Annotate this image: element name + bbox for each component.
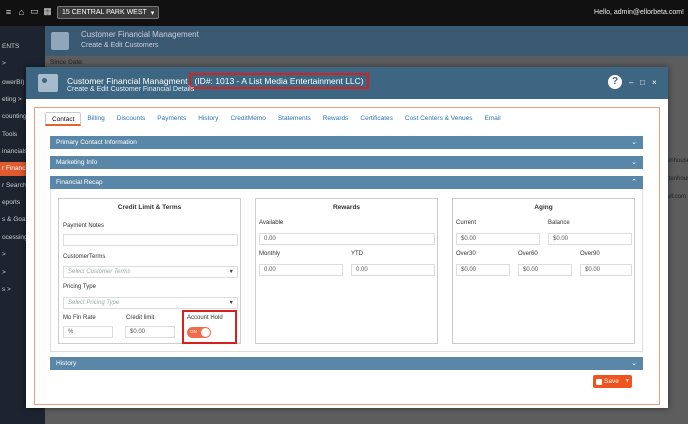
primary-contact-panel[interactable]: Primary Contact Information ⌄ <box>50 136 643 149</box>
chevron-up-icon: ⌃ <box>631 179 637 186</box>
marketing-info-panel[interactable]: Marketing Info ⌄ <box>50 156 643 169</box>
tab-cost-centers[interactable]: Cost Centers & Venues <box>399 112 479 126</box>
customer-terms-placeholder: Select Customer Terms <box>68 269 131 275</box>
modal-header: Customer Financial Managment (ID#: 1013 … <box>26 67 668 99</box>
location-label: 15 CENTRAL PARK WEST <box>62 9 147 16</box>
save-button[interactable]: Save ▼ <box>593 375 632 388</box>
panel-title: History <box>56 360 77 367</box>
available-label: Available <box>259 220 284 226</box>
aging-box-title: Aging <box>534 204 553 211</box>
chevron-down-icon: ⌄ <box>631 139 637 146</box>
rewards-box: Rewards Available 0.00 Monthly 0.00 YTD … <box>255 198 438 344</box>
credit-limit-box: Credit Limit & Terms Payment Notes Custo… <box>58 198 241 344</box>
chevron-down-icon: ⌄ <box>631 159 637 166</box>
account-hold-highlight <box>182 310 237 344</box>
location-select[interactable]: 15 CENTRAL PARK WEST ▾ <box>57 6 160 19</box>
maximize-button[interactable]: □ <box>640 78 645 87</box>
over30-label: Over30 <box>456 251 476 257</box>
truck-icon[interactable]: ▭ <box>30 6 39 16</box>
mo-fin-rate-field[interactable]: % <box>63 326 113 338</box>
background-cell: enhouse <box>667 158 688 164</box>
over30-field[interactable]: $0.00 <box>456 264 510 276</box>
tab-history[interactable]: History <box>192 112 224 126</box>
pricing-type-placeholder: Select Pricing Type <box>68 300 120 306</box>
pricing-type-select[interactable]: Select Pricing Type ▼ <box>63 297 238 309</box>
caret-down-icon: ▼ <box>228 300 234 306</box>
tab-certificates[interactable]: Certificates <box>354 112 399 126</box>
available-field[interactable]: 0.00 <box>259 233 435 245</box>
background-header: Customer Financial Management Create & E… <box>45 26 688 56</box>
history-panel[interactable]: History ⌄ <box>50 357 643 370</box>
save-icon <box>596 378 602 385</box>
customer-id-label: (ID#: 1013 - A List Media Entertainment … <box>189 73 369 89</box>
background-cell: ell.com <box>667 194 687 200</box>
aging-box: Aging Current $0.00 Balance $0.00 Over30… <box>452 198 635 344</box>
customer-card-icon <box>51 32 69 50</box>
balance-field[interactable]: $0.00 <box>548 233 632 245</box>
balance-label: Balance <box>548 220 570 226</box>
background-title: Customer Financial Management <box>81 30 199 39</box>
rewards-box-title: Rewards <box>332 204 361 211</box>
tab-email[interactable]: Email <box>478 112 506 126</box>
topbar-icons: ≡ ⌂ ▭ ▦ ✆ <box>4 6 65 17</box>
calculator-icon[interactable]: ▦ <box>43 6 52 16</box>
close-button[interactable]: × <box>652 78 657 87</box>
sidebar-item[interactable]: ENTS <box>0 40 45 54</box>
tab-statements[interactable]: Statements <box>272 112 317 126</box>
ytd-field[interactable]: 0.00 <box>351 264 435 276</box>
tab-rewards[interactable]: Rewards <box>317 112 355 126</box>
caret-down-icon: ▼ <box>228 269 234 275</box>
mo-fin-rate-label: Mo Fin Rate <box>63 315 96 321</box>
chevron-down-icon: ⌄ <box>631 360 637 367</box>
current-field[interactable]: $0.00 <box>456 233 540 245</box>
customer-card-icon <box>38 74 58 92</box>
customer-terms-select[interactable]: Select Customer Terms ▼ <box>63 266 238 278</box>
financial-recap-body: Credit Limit & Terms Payment Notes Custo… <box>50 189 643 352</box>
home-icon[interactable]: ⌂ <box>17 7 26 17</box>
tab-discounts[interactable]: Discounts <box>111 112 152 126</box>
ytd-label: YTD <box>351 251 363 257</box>
customer-financial-modal: Customer Financial Managment (ID#: 1013 … <box>26 67 668 408</box>
tab-bar: Contact Billing Discounts Payments Histo… <box>45 112 507 128</box>
caret-down-icon[interactable]: ▼ <box>625 375 630 388</box>
panel-title: Primary Contact Information <box>56 139 137 146</box>
customer-terms-label: CustomerTerms <box>63 254 106 260</box>
chevron-down-icon: ▾ <box>150 9 155 17</box>
background-cell: ttenhouse <box>667 176 688 182</box>
user-greeting[interactable]: Hello, admin@ellorbeta.com! <box>594 9 684 16</box>
current-label: Current <box>456 220 477 226</box>
financial-recap-panel[interactable]: Financial Recap ⌃ <box>50 176 643 189</box>
menu-icon[interactable]: ≡ <box>4 7 13 17</box>
payment-notes-field[interactable] <box>63 234 238 246</box>
payment-notes-label: Payment Notes <box>63 223 105 229</box>
over90-label: Over90 <box>580 251 600 257</box>
save-label: Save <box>604 378 619 385</box>
modal-title-text: Customer Financial Managment <box>67 76 188 86</box>
monthly-label: Monthly <box>259 251 281 257</box>
over60-label: Over60 <box>518 251 538 257</box>
pricing-type-label: Pricing Type <box>63 284 96 290</box>
background-subtitle: Create & Edit Customers <box>81 42 159 49</box>
help-button[interactable]: ? <box>608 75 622 89</box>
tab-contact[interactable]: Contact <box>45 112 82 126</box>
tab-creditmemo[interactable]: CreditMemo <box>224 112 271 126</box>
monthly-field[interactable]: 0.00 <box>259 264 343 276</box>
credit-box-title: Credit Limit & Terms <box>117 204 182 211</box>
over60-field[interactable]: $0.00 <box>518 264 572 276</box>
tab-payments[interactable]: Payments <box>151 112 192 126</box>
credit-limit-label: Credit limit <box>126 315 155 321</box>
panel-title: Marketing Info <box>56 159 98 166</box>
panel-title: Financial Recap <box>56 179 103 186</box>
credit-limit-field[interactable]: $0.00 <box>125 326 175 338</box>
minimize-button[interactable]: – <box>629 78 633 87</box>
top-bar: ≡ ⌂ ▭ ▦ ✆ 15 CENTRAL PARK WEST ▾ Hello, … <box>0 0 688 26</box>
modal-subtitle: Create & Edit Customer Financial Details <box>67 86 195 93</box>
since-date-label: Since Date: <box>50 59 84 66</box>
tab-billing[interactable]: Billing <box>81 112 110 126</box>
over90-field[interactable]: $0.00 <box>580 264 632 276</box>
modal-body: Contact Billing Discounts Payments Histo… <box>34 107 660 405</box>
